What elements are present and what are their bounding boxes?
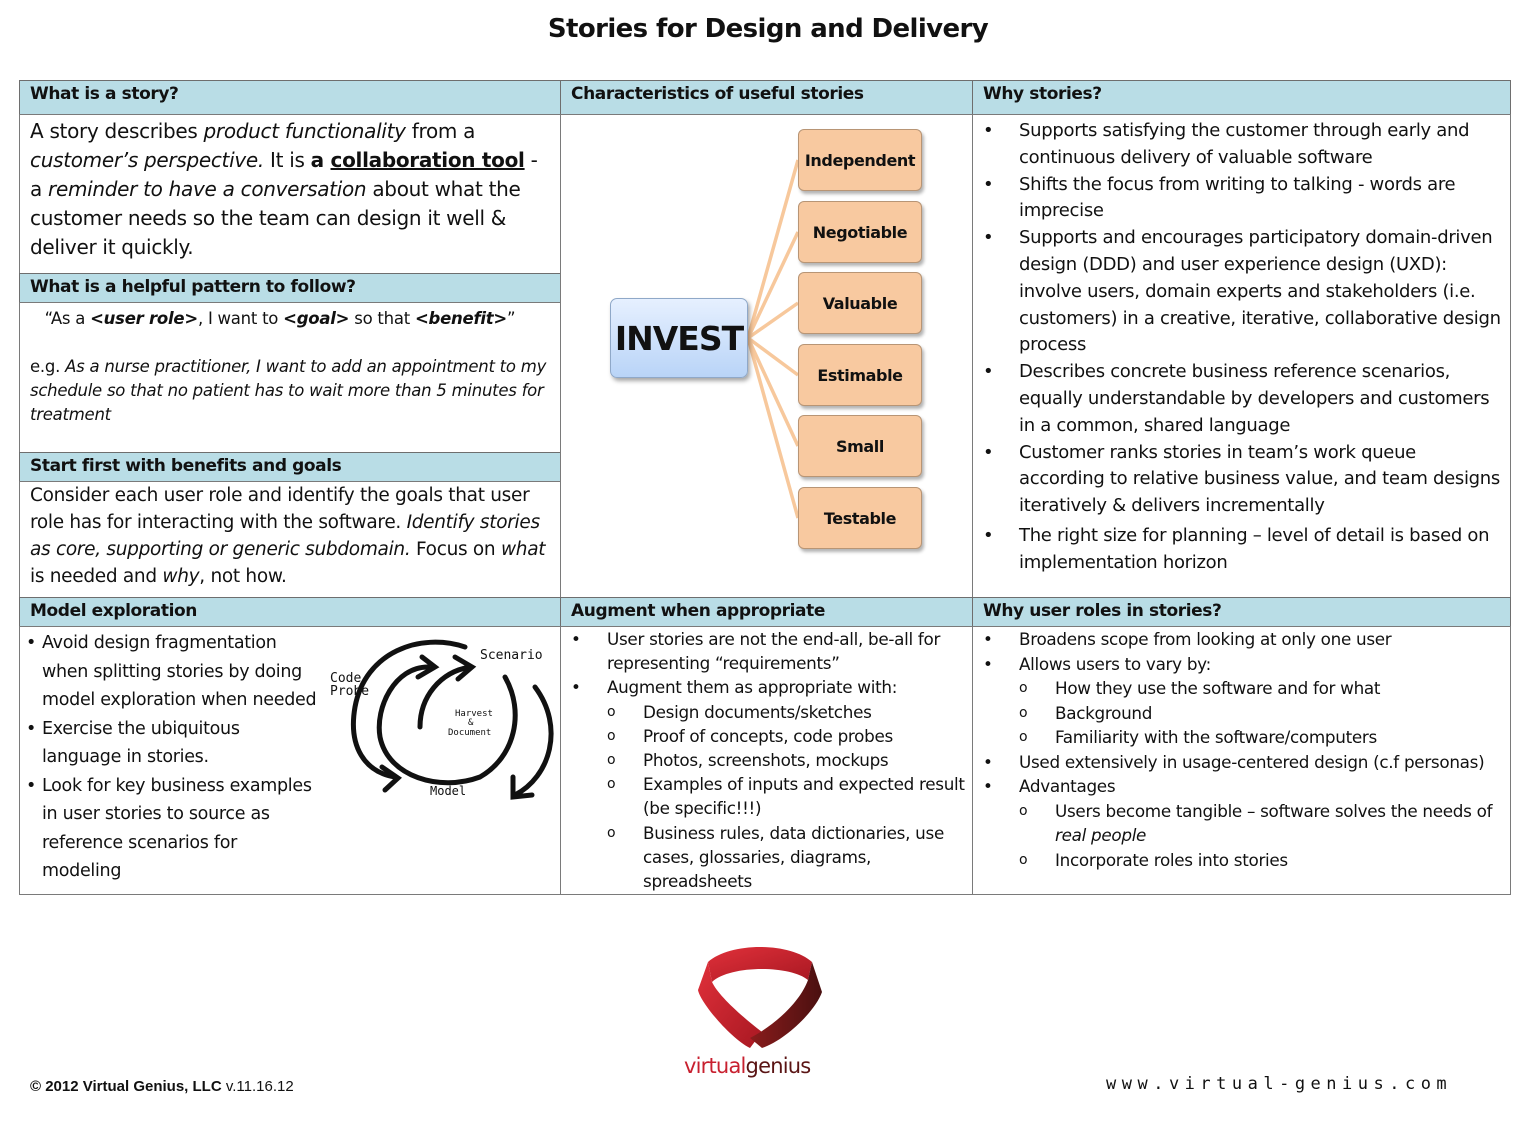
model-label: Model [430,784,466,798]
user-roles-heading: Why user roles in stories? [972,597,1511,627]
augment-heading: Augment when appropriate [560,597,973,627]
scenario-label: Scenario [480,648,543,663]
sub-list-item: Photos, screenshots, mockups [561,748,966,772]
model-exploration-cell: Avoid design fragmentation when splittin… [19,626,561,895]
invest-item-valuable: Valuable [798,272,922,334]
invest-item-independent: Independent [798,129,922,191]
virtual-genius-logo-icon [698,947,822,1048]
sub-list-item: Familiarity with the software/computers [973,725,1503,750]
logo-text-virtual: virtual [684,1054,746,1078]
sub-list-item: Examples of inputs and expected result (… [561,772,966,820]
sub-list-item: Background [973,701,1503,726]
invest-item-negotiable: Negotiable [798,201,922,263]
list-item: Supports and encourages participatory do… [973,225,1503,359]
list-item: User stories are not the end-all, be-all… [561,627,966,675]
version-text: v.11.16.12 [221,1078,294,1095]
list-item: Customer ranks stories in team’s work qu… [973,440,1503,520]
invest-item-small: Small [798,415,922,477]
augment-cell: User stories are not the end-all, be-all… [560,626,973,895]
sub-list-item: Users become tangible – software solves … [973,799,1503,848]
why-stories-cell: Supports satisfying the customer through… [972,114,1511,598]
augment-list: User stories are not the end-all, be-all… [561,627,966,893]
code-probe-arrow [350,639,468,780]
text: Users become tangible – software solves … [1055,800,1493,821]
text: real people [1055,825,1147,845]
list-item: Broadens scope from looking at only one … [973,627,1503,652]
code-probe-label: Probe [330,684,369,699]
sub-list-item: Business rules, data dictionaries, use c… [561,821,966,894]
sub-list-item: Proof of concepts, code probes [561,724,966,748]
list-item: Augment them as appropriate with: [561,675,966,699]
sub-list-item: Design documents/sketches [561,700,966,724]
model-exploration-list: Avoid design fragmentation when splittin… [20,629,320,886]
invest-item-testable: Testable [798,487,922,549]
why-stories-heading: Why stories? [972,80,1511,115]
harvest-label: Document [448,728,491,738]
user-roles-list: Broadens scope from looking at only one … [973,627,1503,872]
list-item: Used extensively in usage-centered desig… [973,750,1503,775]
model-exploration-heading: Model exploration [19,597,561,627]
model-exploration-diagram: Code Probe Scenario Harvest & Document M… [330,639,554,800]
list-item: The right size for planning – level of d… [973,523,1503,577]
list-item: Shifts the focus from writing to talking… [973,172,1503,226]
list-item: Look for key business examples in user s… [20,772,320,886]
why-stories-list: Supports satisfying the customer through… [973,118,1503,577]
list-item: Avoid design fragmentation when splittin… [20,629,320,715]
list-item: Exercise the ubiquitous language in stor… [20,715,320,772]
inner-loop [376,664,518,786]
list-item: Describes concrete business reference sc… [973,359,1503,439]
website-link[interactable]: www.virtual-genius.com [1106,1074,1452,1094]
copyright-text: © 2012 Virtual Genius, LLC [30,1078,222,1095]
invest-box: INVEST [610,298,748,378]
copyright-notice: © 2012 Virtual Genius, LLC v.11.16.12 [30,1078,294,1095]
logo-wordmark: virtualgenius [684,1054,812,1078]
logo-text-genius: genius [745,1054,812,1078]
model-arrow [512,684,554,798]
invest-item-estimable: Estimable [798,344,922,406]
list-item: Advantages [973,774,1503,799]
harvest-label: Harvest [455,709,493,719]
harvest-label: & [468,718,474,728]
user-roles-cell: Broadens scope from looking at only one … [972,626,1511,895]
list-item: Allows users to vary by: [973,652,1503,677]
list-item: Supports satisfying the customer through… [973,118,1503,172]
sub-list-item: Incorporate roles into stories [973,848,1503,873]
sub-list-item: How they use the software and for what [973,676,1503,701]
